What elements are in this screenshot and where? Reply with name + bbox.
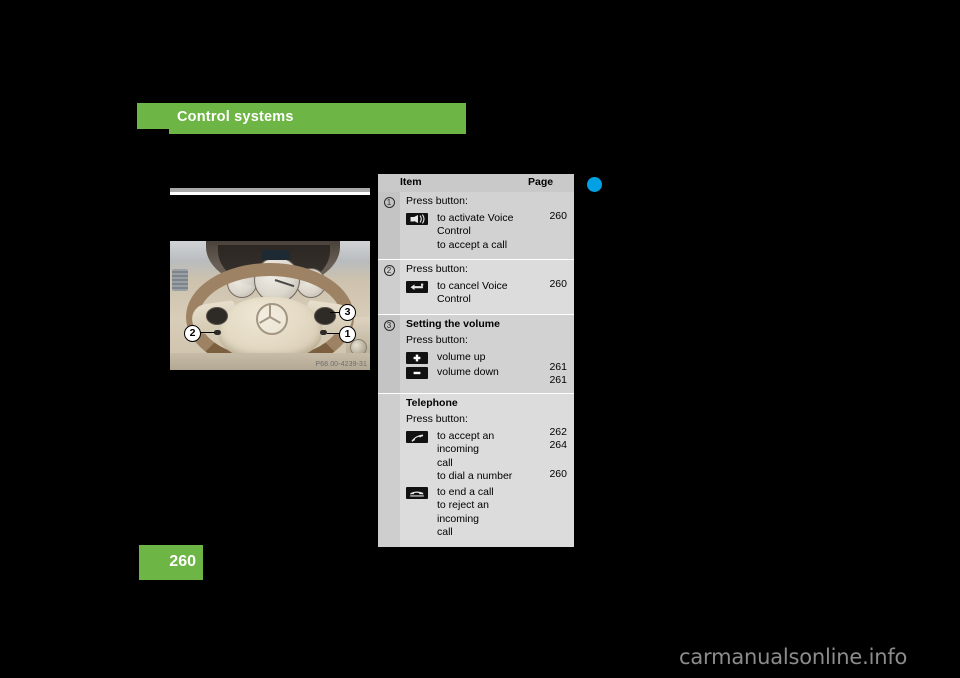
icon-description-group: volume up [406,351,524,365]
icon-description-text: to cancel Voice Control [437,280,524,307]
row-page-cell: 260 [528,259,574,314]
row-lead-text: Press button: [406,263,468,275]
row-item-cell: Press button: to cancel Voice Control [400,259,528,314]
callout-leader-line [201,332,215,334]
page-reference: 261 [549,374,567,386]
table-header-page: Page [528,174,574,192]
page-reference: 260 [549,210,567,222]
row-item-cell: Setting the volume Press button: volume … [400,313,528,393]
row-number-cell: 3 [378,313,400,393]
page-reference: 262 [549,425,567,438]
multifunction-button-pad-right [314,307,336,325]
icon-description-group: to end a call to reject an incoming call [406,486,524,540]
chapter-header-notch [137,129,169,135]
desc-line: to activate Voice [437,211,514,224]
circled-number: 2 [383,265,395,276]
icon-description-text: to end a call to reject an incoming call [437,486,524,540]
icon-description-text: volume down [437,366,499,378]
page-reference: 260 [549,467,567,480]
row-number-cell: 1 [378,192,400,260]
desc-line: to cancel Voice [437,279,508,292]
table-header-row: Item Page [378,174,574,192]
figure-caption: P68.00-4239-31 [315,361,367,368]
row-lead-text: Press button: [406,195,468,207]
multifunction-button-pad-left [206,307,228,325]
icon-description-group: to cancel Voice Control [406,280,524,307]
desc-line: to reject an incoming [437,499,489,525]
row-lead-text: Press button: [406,413,468,425]
table-header-number [378,174,400,192]
chapter-title: Control systems [177,109,294,125]
controls-reference-table: Item Page 1 Press button: to activate Vo… [378,174,574,547]
desc-line: Control [437,225,471,237]
row-item-cell: Press button: to activate Voice Control … [400,192,528,260]
voice-control-icon [406,212,428,225]
row-heading: Telephone [406,396,458,409]
phone-onhook-end-icon [406,486,428,499]
table-row: Telephone Press button: to accept an inc… [378,392,574,547]
cluster-display [262,250,290,260]
row-heading: Setting the volume [406,317,500,330]
back-arrow-cancel-icon [406,280,428,293]
voice-cancel-button-on-wheel [214,330,221,335]
icon-description-text: volume up [437,350,486,363]
minus-icon [406,367,428,379]
table-row: 3 Setting the volume Press button: volum… [378,313,574,393]
row-number-cell: 2 [378,259,400,314]
desc-line: call [437,456,453,469]
desc-line: to dial a number [437,470,513,482]
figure-callout-1: 1 [339,326,356,343]
row-lead-text: Press button: [406,334,468,346]
air-vent [172,269,188,291]
row-page-cell: 262 264 260 [528,392,574,547]
desc-line: call [437,526,453,538]
manual-page: Control systems 3 1 2 P68.00-4239-31 Ite… [0,0,960,678]
circled-number: 3 [383,319,395,331]
icon-description-text: to accept an incoming call to dial a num… [437,430,524,484]
figure-callout-2: 2 [184,325,201,342]
desc-line: to accept a call [437,238,508,251]
page-reference: 260 [549,278,567,290]
table-header-item: Item [400,174,528,192]
plus-icon [406,351,428,364]
desc-line: Control [437,293,471,305]
phone-offhook-accept-icon [406,430,428,443]
icon-description-group: volume down [406,366,524,380]
chapter-header-bar: Control systems [137,103,466,134]
row-item-cell: Telephone Press button: to accept an inc… [400,392,528,547]
voice-activate-button-on-wheel [320,330,327,335]
desc-line: to accept an incoming [437,429,495,456]
row-number-cell [378,392,400,547]
page-reference: 261 [549,360,567,373]
row-page-cell: 260 [528,192,574,260]
table-row: 2 Press button: to cancel Voice Control … [378,259,574,314]
page-number: 260 [169,553,196,570]
icon-description-group: to accept an incoming call to dial a num… [406,430,524,484]
page-number-badge: 260 [139,545,203,580]
desc-line: to end a call [437,485,494,498]
figure-callout-3: 3 [339,304,356,321]
circled-number: 1 [383,197,395,208]
icon-description-text: to activate Voice Control to accept a ca… [437,212,524,253]
table-row: 1 Press button: to activate Voice Contro… [378,192,574,260]
section-rule-highlight [170,192,370,195]
steering-wheel-figure: 3 1 2 P68.00-4239-31 [170,241,370,370]
blue-dot-marker [587,177,602,192]
row-page-cell: 261 261 [528,313,574,393]
icon-description-group: to activate Voice Control to accept a ca… [406,212,524,253]
page-reference: 264 [549,439,567,451]
site-watermark: carmanualsonline.info [679,645,908,669]
